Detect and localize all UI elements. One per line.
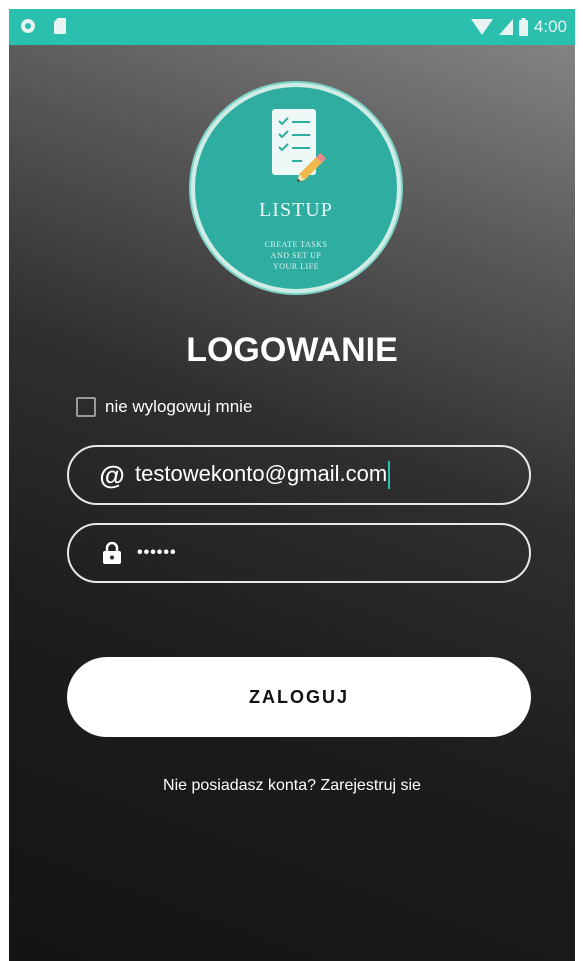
logo-tagline-line3: YOUR LIFE bbox=[272, 262, 320, 271]
email-input[interactable]: testowekonto@gmail.com bbox=[135, 460, 391, 490]
register-link[interactable]: Nie posiadasz konta? Zarejestruj sie bbox=[9, 777, 575, 795]
logo-tagline-line1: CREATE TASKS bbox=[264, 240, 328, 249]
signal-icon bbox=[498, 19, 513, 35]
at-sign-glyph: @ bbox=[99, 459, 125, 490]
checklist-pencil-icon bbox=[272, 109, 327, 182]
remember-me-row[interactable]: nie wylogowuj mnie bbox=[76, 397, 252, 417]
at-sign-icon: @ bbox=[97, 460, 127, 491]
status-bar: 4:00 bbox=[9, 9, 575, 45]
logo-tagline: CREATE TASKS AND SET UP YOUR LIFE bbox=[195, 239, 397, 272]
status-time: 4:00 bbox=[533, 17, 567, 36]
email-field[interactable]: @ testowekonto@gmail.com bbox=[67, 445, 531, 505]
app-logo: LISTUP CREATE TASKS AND SET UP YOUR LIFE bbox=[191, 83, 401, 293]
page-title: LOGOWANIE bbox=[186, 331, 398, 369]
text-cursor bbox=[388, 461, 391, 490]
logo-tagline-line2: AND SET UP bbox=[270, 251, 322, 260]
lock-icon-svg bbox=[103, 542, 121, 564]
login-screen: 4:00 LISTUP CREATE TASKS AND SET UP YOUR… bbox=[9, 9, 575, 961]
password-input[interactable]: •••••• bbox=[137, 544, 177, 562]
password-field[interactable]: •••••• bbox=[67, 523, 531, 583]
login-button[interactable]: ZALOGUJ bbox=[67, 657, 531, 737]
logo-title: LISTUP bbox=[259, 199, 333, 221]
remember-me-label[interactable]: nie wylogowuj mnie bbox=[105, 397, 252, 417]
sd-card-icon bbox=[54, 18, 66, 34]
circle-notification-icon bbox=[21, 19, 35, 33]
lock-icon bbox=[97, 542, 127, 564]
remember-me-checkbox[interactable] bbox=[76, 397, 96, 417]
email-input-value: testowekonto@gmail.com bbox=[135, 460, 388, 486]
battery-icon bbox=[518, 18, 528, 36]
status-bar-right: 4:00 bbox=[470, 9, 567, 45]
wifi-icon bbox=[470, 19, 493, 35]
